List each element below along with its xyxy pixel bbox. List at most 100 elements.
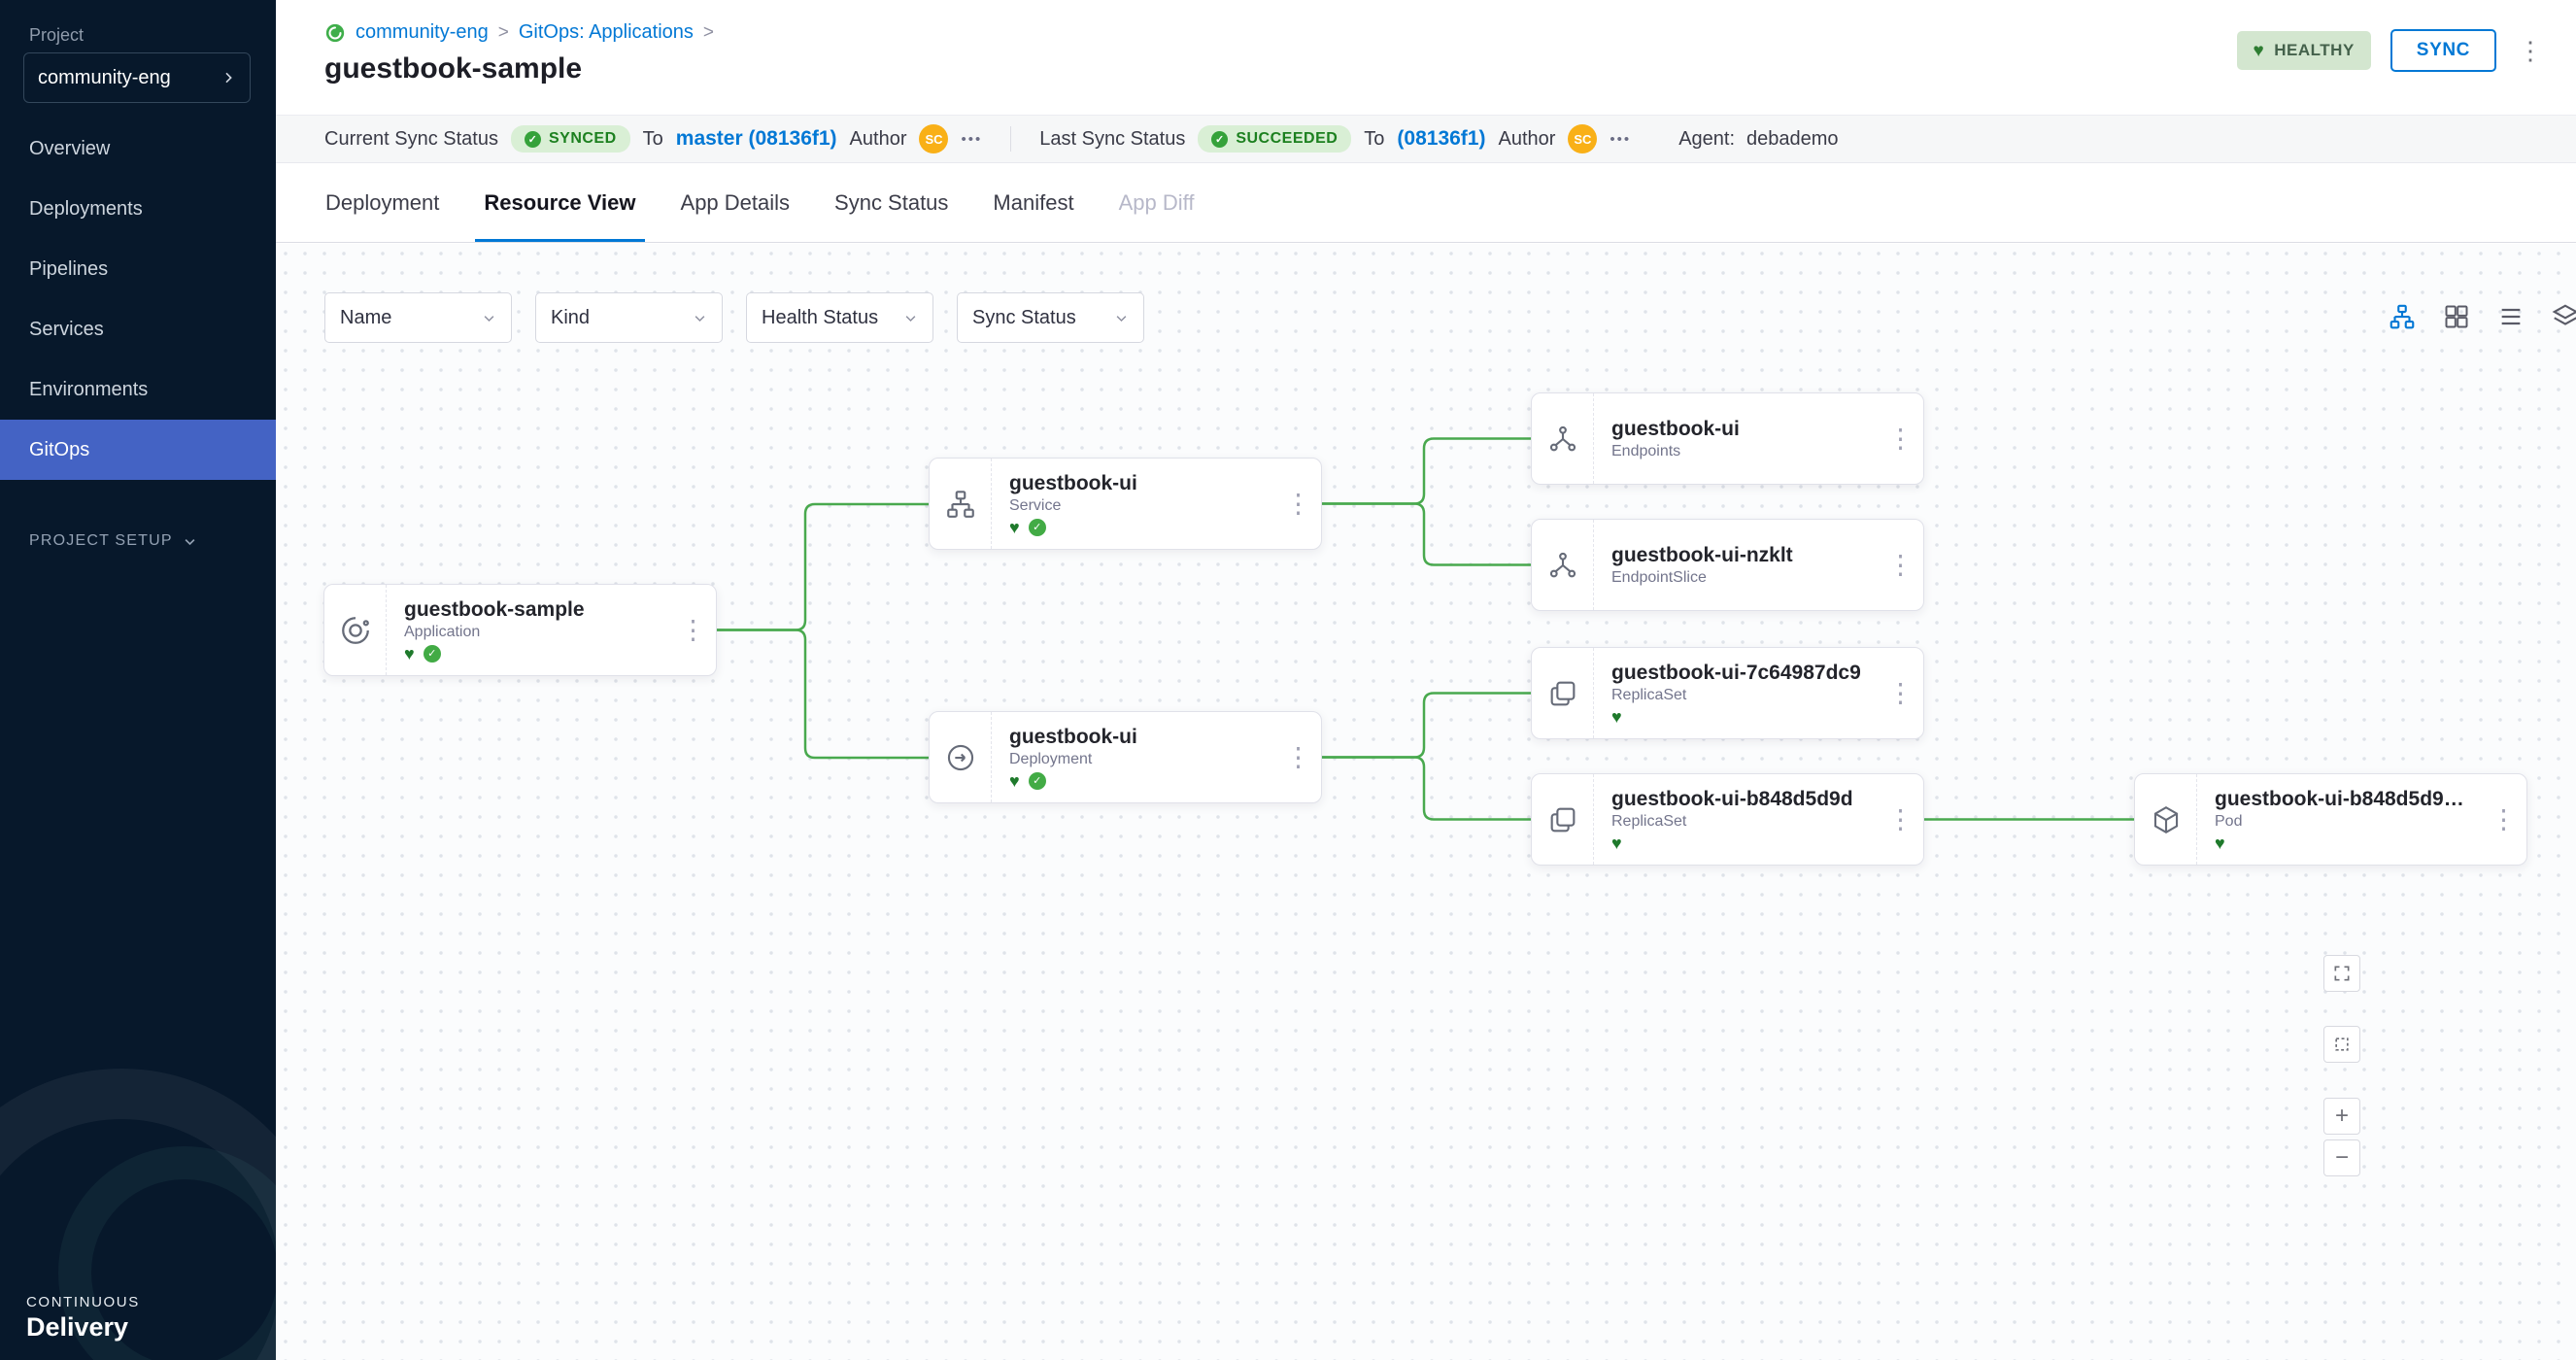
current-target-revision-link[interactable]: master (08136f1) xyxy=(676,127,837,151)
endpoints-icon xyxy=(1532,393,1594,484)
edge-service-endpoints xyxy=(1322,439,1531,504)
tab-resource-view[interactable]: Resource View xyxy=(461,163,658,242)
node-deployment[interactable]: guestbook-ui Deployment ♥ ✓ ⋮ xyxy=(929,711,1322,803)
project-setup-expander[interactable]: PROJECT SETUP xyxy=(29,532,197,550)
healthy-heart-icon: ♥ xyxy=(2215,834,2225,852)
more-options-icon[interactable]: ••• xyxy=(961,131,982,148)
node-menu-icon[interactable]: ⋮ xyxy=(1285,489,1311,519)
filter-kind-dropdown[interactable]: Kind xyxy=(535,292,723,343)
agent-info: Agent: debademo xyxy=(1678,128,1838,151)
minus-icon: − xyxy=(2335,1144,2349,1172)
edge-deployment-replicaset1 xyxy=(1322,694,1531,758)
project-label: Project xyxy=(29,25,84,46)
node-status: ♥ xyxy=(2215,834,2526,852)
sidebar-item-services[interactable]: Services xyxy=(0,299,276,359)
tree-view-icon[interactable] xyxy=(2386,300,2419,333)
sidebar-item-gitops[interactable]: GitOps xyxy=(0,420,276,480)
sidebar: Project community-eng Overview Deploymen… xyxy=(0,0,276,1360)
filter-health-status-dropdown[interactable]: Health Status xyxy=(746,292,933,343)
chevron-down-icon xyxy=(482,311,496,325)
filter-sync-status-dropdown[interactable]: Sync Status xyxy=(957,292,1144,343)
agent-label: Agent: xyxy=(1678,128,1735,151)
chevron-right-icon xyxy=(220,70,236,85)
page-title: guestbook-sample xyxy=(324,52,582,85)
breadcrumb-project-link[interactable]: community-eng xyxy=(356,21,489,44)
node-endpointslice[interactable]: guestbook-ui-nzklt EndpointSlice ⋮ xyxy=(1531,519,1924,611)
edge-app-deployment xyxy=(717,630,929,759)
breadcrumb-applications-link[interactable]: GitOps: Applications xyxy=(519,21,694,44)
sidebar-item-pipelines[interactable]: Pipelines xyxy=(0,239,276,299)
agent-value: debademo xyxy=(1746,128,1839,151)
grid-view-icon[interactable] xyxy=(2440,300,2473,333)
sync-button[interactable]: SYNC xyxy=(2390,29,2496,72)
tab-deployment[interactable]: Deployment xyxy=(303,163,461,242)
node-service[interactable]: guestbook-ui Service ♥ ✓ ⋮ xyxy=(929,458,1322,550)
list-view-icon[interactable] xyxy=(2494,300,2527,333)
kebab-menu-icon[interactable]: ⋮ xyxy=(2518,36,2543,66)
edge-app-service xyxy=(717,504,929,630)
node-menu-icon[interactable]: ⋮ xyxy=(1887,424,1914,454)
zoom-out-button[interactable]: − xyxy=(2323,1139,2360,1176)
breadcrumb: community-eng > GitOps: Applications > xyxy=(324,21,714,44)
tab-manifest[interactable]: Manifest xyxy=(970,163,1096,242)
healthy-heart-icon: ♥ xyxy=(404,645,415,663)
synced-check-icon: ✓ xyxy=(1029,772,1046,790)
tab-app-diff: App Diff xyxy=(1097,163,1217,242)
node-status: ♥ ✓ xyxy=(404,645,716,663)
author-avatar: SC xyxy=(1568,124,1597,153)
author-label: Author xyxy=(850,128,907,151)
node-menu-icon[interactable]: ⋮ xyxy=(1887,678,1914,708)
plus-icon: + xyxy=(2335,1103,2349,1130)
tab-app-details[interactable]: App Details xyxy=(659,163,813,242)
synced-badge: ✓ SYNCED xyxy=(511,125,630,153)
succeeded-badge: ✓ SUCCEEDED xyxy=(1198,125,1351,153)
node-menu-icon[interactable]: ⋮ xyxy=(1285,742,1311,772)
node-status: ♥ xyxy=(1611,708,1923,726)
more-options-icon[interactable]: ••• xyxy=(1610,131,1631,148)
healthy-heart-icon: ♥ xyxy=(1009,772,1020,790)
pod-icon xyxy=(2135,774,2197,865)
synced-check-icon: ✓ xyxy=(1029,519,1046,536)
to-label: To xyxy=(643,128,663,151)
header-actions: ♥ HEALTHY SYNC ⋮ xyxy=(2237,29,2544,72)
project-selector[interactable]: community-eng xyxy=(23,52,251,103)
page-header: community-eng > GitOps: Applications > g… xyxy=(276,0,2576,115)
tab-sync-status[interactable]: Sync Status xyxy=(812,163,970,242)
fullscreen-button[interactable] xyxy=(2323,955,2360,992)
filter-name-dropdown[interactable]: Name xyxy=(324,292,512,343)
check-icon: ✓ xyxy=(1211,131,1228,148)
sync-status-bar: Current Sync Status ✓ SYNCED To master (… xyxy=(276,115,2576,163)
application-icon xyxy=(324,585,387,675)
node-pod[interactable]: guestbook-ui-b848d5d9… Pod ♥ ⋮ xyxy=(2134,773,2527,866)
fit-view-button[interactable] xyxy=(2323,1026,2360,1063)
sidebar-item-deployments[interactable]: Deployments xyxy=(0,179,276,239)
breadcrumb-separator: > xyxy=(498,22,509,44)
sidebar-nav: Overview Deployments Pipelines Services … xyxy=(0,119,276,480)
edge-service-endpointslice xyxy=(1322,504,1531,565)
group-view-icon[interactable] xyxy=(2549,300,2576,333)
node-endpoints[interactable]: guestbook-ui Endpoints ⋮ xyxy=(1531,392,1924,485)
chevron-down-icon xyxy=(1114,311,1129,325)
product-brand: CONTINUOUS Delivery xyxy=(26,1294,140,1343)
node-replicaset-7c64987dc9[interactable]: guestbook-ui-7c64987dc9 ReplicaSet ♥ ⋮ xyxy=(1531,647,1924,739)
node-status: ♥ ✓ xyxy=(1009,772,1321,790)
node-menu-icon[interactable]: ⋮ xyxy=(2491,804,2517,834)
author-label: Author xyxy=(1498,128,1555,151)
healthy-heart-icon: ♥ xyxy=(1611,708,1622,726)
project-selector-value: community-eng xyxy=(38,67,171,89)
edge-deployment-replicaset2 xyxy=(1322,758,1531,820)
last-sync-status-label: Last Sync Status xyxy=(1039,128,1185,151)
sidebar-item-overview[interactable]: Overview xyxy=(0,119,276,179)
chevron-down-icon xyxy=(183,534,197,549)
replicaset-icon xyxy=(1532,774,1594,865)
node-menu-icon[interactable]: ⋮ xyxy=(1887,550,1914,580)
zoom-in-button[interactable]: + xyxy=(2323,1098,2360,1135)
sidebar-item-environments[interactable]: Environments xyxy=(0,359,276,420)
node-menu-icon[interactable]: ⋮ xyxy=(680,615,706,645)
node-application[interactable]: guestbook-sample Application ♥ ✓ ⋮ xyxy=(323,584,717,676)
node-replicaset-b848d5d9d[interactable]: guestbook-ui-b848d5d9d ReplicaSet ♥ ⋮ xyxy=(1531,773,1924,866)
node-menu-icon[interactable]: ⋮ xyxy=(1887,804,1914,834)
last-target-revision-link[interactable]: (08136f1) xyxy=(1397,127,1485,151)
health-status-badge: ♥ HEALTHY xyxy=(2237,31,2371,70)
resource-graph-canvas: Name Kind Health Status Sync Status xyxy=(276,244,2576,1360)
